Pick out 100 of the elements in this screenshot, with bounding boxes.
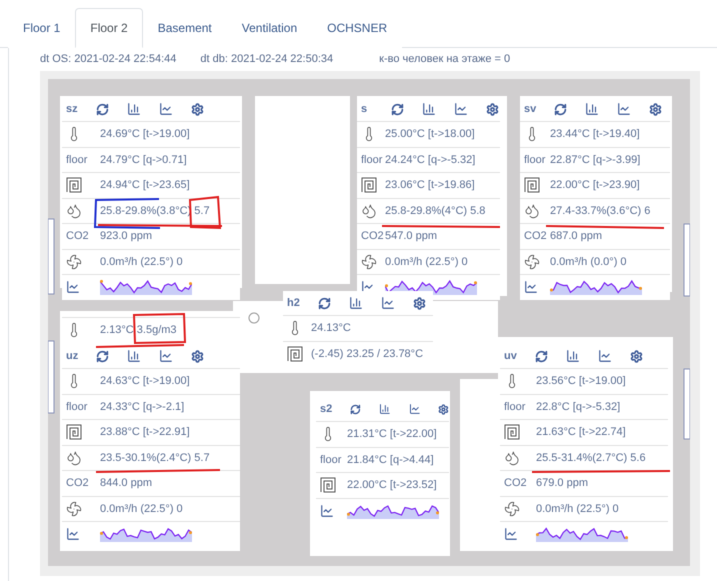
chart-icon[interactable]	[66, 280, 80, 294]
chart-icon[interactable]	[524, 280, 538, 294]
bar-chart-icon[interactable]	[127, 349, 142, 363]
droplets-icon	[361, 202, 377, 219]
heating-icon	[287, 346, 303, 362]
reading-text: 25.00°C [t->18.00]	[385, 128, 475, 140]
reading-text: 23.06°C [t->19.86]	[385, 179, 475, 192]
reading-text: 2.13°C 3.5g/m3	[100, 324, 177, 336]
status-text: dt db: 2021-02-24 22:50:34	[200, 53, 334, 67]
refresh-icon[interactable]	[350, 402, 361, 416]
reading-text: 0.0m³/h (22.5°) 0	[385, 256, 468, 268]
line-chart-icon[interactable]	[598, 349, 612, 363]
chart-icon[interactable]	[504, 527, 518, 542]
reading-text: 25.5-31.4%(2.7°C) 5.6	[536, 452, 646, 464]
reading-text: 844.0 ppm	[100, 477, 152, 490]
droplets-icon	[524, 202, 540, 219]
reading-text: 923.0 ppm	[100, 230, 152, 242]
droplets-icon	[504, 450, 520, 466]
reading-text: 547.0 ppm	[385, 230, 437, 242]
reading-text: (-2.45) 23.25 / 23.78°C	[311, 348, 424, 360]
settings-icon[interactable]	[649, 102, 662, 116]
heating-icon	[66, 177, 82, 194]
reading-text: 679.0 ppm	[536, 477, 588, 490]
line-chart-icon[interactable]	[159, 102, 173, 116]
heating-icon	[524, 177, 540, 194]
settings-icon[interactable]	[191, 350, 204, 362]
row-label: CO2	[361, 230, 384, 242]
row-label: floor	[504, 400, 526, 413]
fan-icon	[504, 500, 520, 517]
line-chart-icon[interactable]	[408, 402, 420, 416]
reading-text: 22.00°C [t->23.52]	[347, 479, 437, 492]
row-label: CO2	[524, 230, 547, 242]
reading-text: 23.56°C [t->19.00]	[536, 375, 626, 388]
bar-chart-icon[interactable]	[566, 349, 580, 363]
reading-text: 21.31°C [t->22.00]	[347, 428, 437, 440]
reading-text: 25.8-29.8%(4°C) 5.8	[385, 204, 486, 217]
reading-text: 687.0 ppm	[550, 230, 602, 242]
heating-icon	[504, 424, 520, 440]
fan-icon	[361, 254, 377, 270]
line-chart-icon[interactable]	[454, 102, 468, 116]
row-label: floor	[524, 154, 546, 166]
status-text: dt OS: 2021-02-24 22:54:44	[40, 53, 176, 67]
reading-text: 24.63°C [t->19.00]	[100, 375, 190, 388]
room-name: sz	[66, 103, 78, 115]
settings-icon[interactable]	[412, 296, 426, 310]
reading-text: 24.13°C	[311, 322, 351, 334]
reading-text: 0.0m³/h (22.5°) 0	[536, 502, 619, 515]
refresh-icon[interactable]	[534, 350, 548, 362]
room-name: h2	[287, 297, 300, 309]
reading-text: 21.63°C [t->22.74]	[536, 426, 626, 438]
reading-text: 0.0m³/h (22.5°) 0	[100, 502, 183, 515]
bar-chart-icon[interactable]	[348, 296, 363, 310]
heating-icon	[66, 424, 82, 440]
reading-text: 23.5-30.1%(2.4°C) 5.7	[100, 452, 210, 464]
reading-text: 23.88°C [t->22.91]	[100, 426, 190, 438]
line-chart-icon[interactable]	[380, 296, 395, 310]
reading-text: 21.84°C [q->4.44]	[347, 454, 434, 466]
reading-text: 24.33°C [q->-2.1]	[100, 400, 184, 413]
status-text: к-во человек на этаже = 0	[379, 53, 510, 67]
refresh-icon[interactable]	[391, 102, 404, 116]
refresh-icon[interactable]	[554, 102, 568, 116]
heating-icon	[320, 477, 336, 494]
refresh-icon[interactable]	[96, 102, 109, 116]
row-label: floor	[361, 154, 382, 166]
box-mark	[188, 196, 222, 230]
row-label: floor	[66, 400, 88, 413]
line-chart-icon[interactable]	[159, 349, 174, 363]
bar-chart-icon[interactable]	[422, 102, 436, 116]
bar-chart-icon[interactable]	[585, 102, 600, 116]
tab[interactable]: Floor 2	[75, 8, 143, 48]
row-label: CO2	[66, 230, 89, 242]
row-label: CO2	[66, 477, 89, 490]
reading-text: 24.69°C [t->19.00]	[100, 128, 190, 140]
row-label: floor	[66, 154, 88, 166]
reading-text: 0.0m³/h (0.0°) 0	[550, 256, 627, 268]
reading-text: 22.8°C [q->-5.32]	[536, 400, 620, 413]
droplets-icon	[66, 202, 82, 219]
fan-icon	[66, 500, 82, 517]
bar-chart-icon[interactable]	[378, 402, 390, 416]
settings-icon[interactable]	[486, 102, 499, 116]
reading-text: 24.24°C [q->-5.32]	[385, 154, 476, 166]
droplets-icon	[66, 450, 82, 466]
reading-text: 22.87°C [q->-3.99]	[550, 154, 640, 166]
bar-chart-icon[interactable]	[127, 102, 141, 116]
refresh-icon[interactable]	[318, 296, 331, 310]
line-chart-icon[interactable]	[617, 102, 632, 116]
reading-text: 24.79°C [q->0.71]	[100, 154, 187, 166]
refresh-icon[interactable]	[96, 350, 110, 362]
room-name: s2	[320, 403, 332, 415]
room-name: uv	[504, 350, 517, 362]
row-label: floor	[320, 454, 342, 466]
settings-icon[interactable]	[438, 402, 449, 416]
fan-icon	[66, 254, 82, 270]
heating-icon	[361, 177, 377, 194]
settings-icon[interactable]	[191, 102, 204, 116]
chart-icon[interactable]	[320, 504, 334, 518]
reading-text: 0.0m³/h (22.5°) 0	[100, 256, 183, 268]
settings-icon[interactable]	[630, 350, 643, 362]
room-name: sv	[524, 103, 536, 115]
chart-icon[interactable]	[66, 527, 80, 542]
